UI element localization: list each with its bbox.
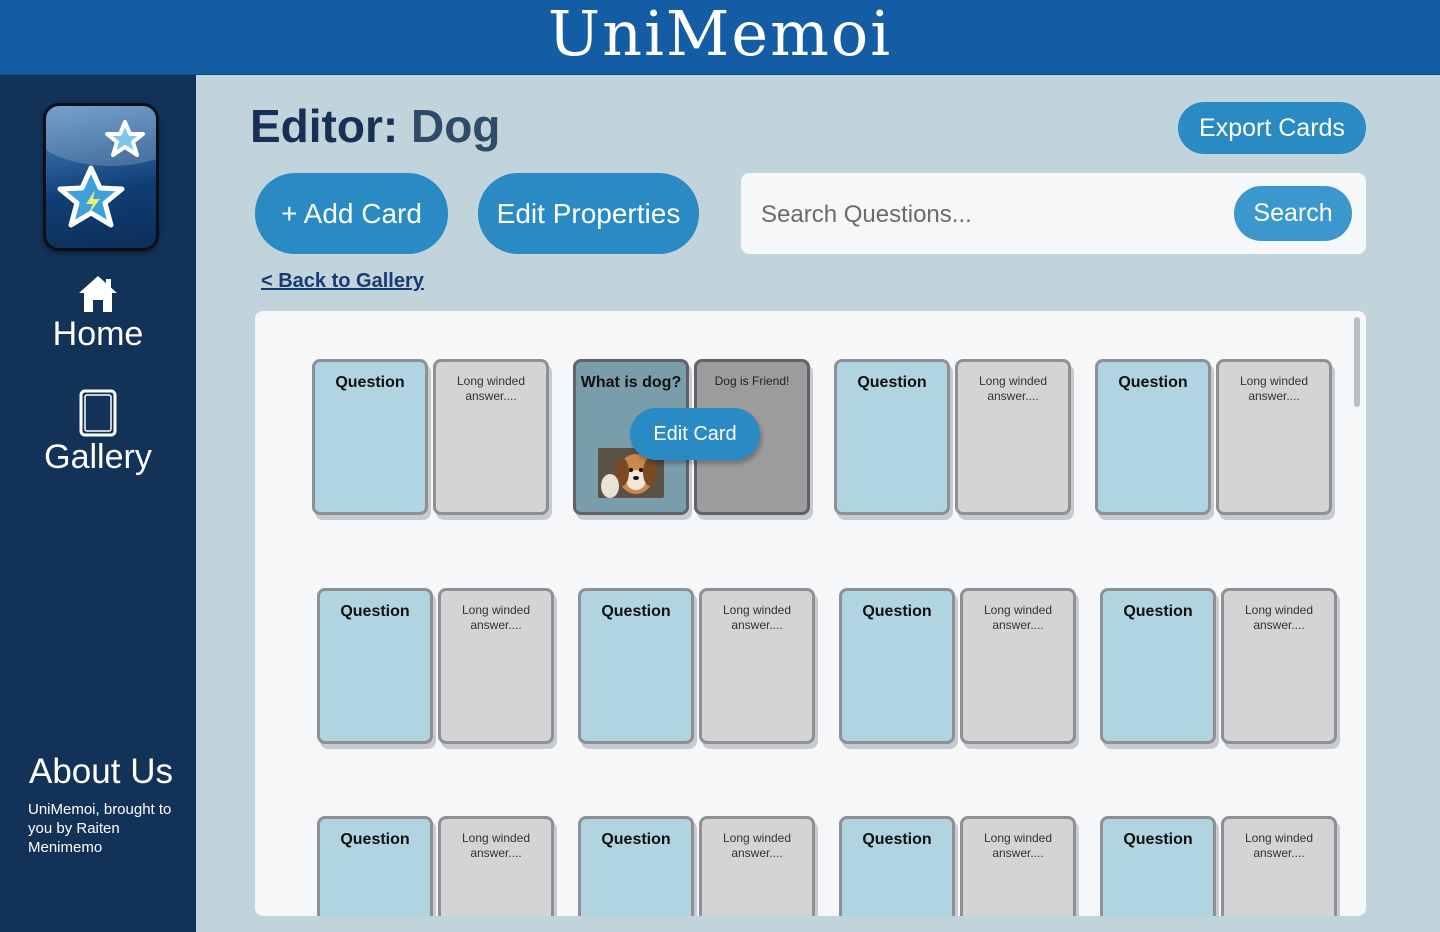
app-logo[interactable]: [43, 103, 159, 251]
card-back[interactable]: Long winded answer....: [438, 588, 554, 744]
card-question: What is dog?: [580, 374, 682, 391]
card-question: Question: [862, 603, 932, 620]
export-cards-button[interactable]: Export Cards: [1178, 102, 1366, 154]
card-answer: Long winded answer....: [461, 603, 531, 632]
card-pair[interactable]: Question Long winded answer....: [1100, 588, 1340, 748]
sidebar: Home Gallery About Us UniMemoi, brought …: [0, 75, 196, 932]
deck-name: Dog: [410, 100, 501, 152]
page-title: Editor: Dog: [250, 96, 500, 156]
card-pair[interactable]: Question Long winded answer....: [839, 816, 1079, 916]
nav-home[interactable]: Home: [0, 273, 196, 353]
card-back[interactable]: Long winded answer....: [1216, 359, 1332, 515]
card-answer: Long winded answer....: [722, 831, 792, 860]
page-title-prefix: Editor:: [250, 100, 399, 152]
card-pair[interactable]: Question Long winded answer....: [312, 359, 552, 519]
card-answer: Dog is Friend!: [714, 374, 790, 388]
search-input[interactable]: [759, 195, 1213, 235]
edit-properties-button[interactable]: Edit Properties: [478, 173, 699, 254]
add-card-button[interactable]: + Add Card: [255, 173, 448, 254]
app-title: UniMemoi: [547, 0, 893, 70]
card-pair[interactable]: Question Long winded answer....: [317, 588, 557, 748]
card-answer: Long winded answer....: [1239, 374, 1309, 403]
nav-gallery-label: Gallery: [44, 438, 152, 476]
card-icon: [79, 389, 117, 437]
card-front[interactable]: Question: [1095, 359, 1211, 515]
card-question: Question: [1123, 603, 1193, 620]
card-front[interactable]: Question: [317, 816, 433, 916]
app-header: UniMemoi: [0, 0, 1440, 75]
card-front[interactable]: Question: [312, 359, 428, 515]
edit-card-button[interactable]: Edit Card: [630, 408, 760, 460]
card-back[interactable]: Long winded answer....: [955, 359, 1071, 515]
card-question: Question: [1118, 374, 1188, 391]
card-question: Question: [601, 831, 671, 848]
about-text: UniMemoi, brought to you by Raiten Menim…: [28, 801, 172, 856]
card-answer: Long winded answer....: [1244, 603, 1314, 632]
card-answer: Long winded answer....: [983, 603, 1053, 632]
card-back[interactable]: Long winded answer....: [699, 816, 815, 916]
card-front[interactable]: Question: [317, 588, 433, 744]
card-grid-panel[interactable]: Question Long winded answer.... What is do…: [255, 311, 1366, 916]
card-question: Question: [335, 374, 405, 391]
card-answer: Long winded answer....: [1244, 831, 1314, 860]
back-to-gallery-link[interactable]: < Back to Gallery: [261, 270, 424, 293]
card-front[interactable]: Question: [834, 359, 950, 515]
card-front[interactable]: Question: [578, 816, 694, 916]
card-question: Question: [1123, 831, 1193, 848]
card-back[interactable]: Long winded answer....: [438, 816, 554, 916]
card-answer: Long winded answer....: [456, 374, 526, 403]
card-back[interactable]: Long winded answer....: [433, 359, 549, 515]
card-back[interactable]: Long winded answer....: [960, 588, 1076, 744]
star-logo-icon: [57, 120, 145, 228]
card-front[interactable]: Question: [578, 588, 694, 744]
card-pair[interactable]: Question Long winded answer....: [578, 816, 818, 916]
nav-gallery[interactable]: Gallery: [0, 388, 196, 476]
about-heading: About Us: [29, 752, 173, 791]
card-question: Question: [857, 374, 927, 391]
card-pair[interactable]: Question Long winded answer....: [834, 359, 1074, 519]
card-back[interactable]: Long winded answer....: [699, 588, 815, 744]
card-front[interactable]: Question: [1100, 588, 1216, 744]
card-pair[interactable]: Question Long winded answer....: [839, 588, 1079, 748]
card-answer: Long winded answer....: [983, 831, 1053, 860]
card-question: Question: [601, 603, 671, 620]
card-front[interactable]: Question: [1100, 816, 1216, 916]
card-pair[interactable]: Question Long winded answer....: [578, 588, 818, 748]
about-section: About Us UniMemoi, brought to you by Rai…: [28, 752, 178, 857]
card-answer: Long winded answer....: [461, 831, 531, 860]
card-answer: Long winded answer....: [722, 603, 792, 632]
card-front[interactable]: Question: [839, 588, 955, 744]
card-pair[interactable]: Question Long winded answer....: [317, 816, 557, 916]
card-question: Question: [340, 603, 410, 620]
card-back[interactable]: Long winded answer....: [1221, 588, 1337, 744]
search-bar: Search: [741, 173, 1366, 254]
card-answer: Long winded answer....: [978, 374, 1048, 403]
home-icon: [79, 276, 117, 312]
scrollbar[interactable]: [1354, 317, 1360, 407]
card-pair[interactable]: Question Long winded answer....: [1100, 816, 1340, 916]
nav-home-label: Home: [52, 315, 144, 353]
card-back[interactable]: Long winded answer....: [960, 816, 1076, 916]
card-back[interactable]: Long winded answer....: [1221, 816, 1337, 916]
search-button[interactable]: Search: [1234, 186, 1352, 241]
card-pair[interactable]: Question Long winded answer....: [1095, 359, 1335, 519]
card-question: Question: [862, 831, 932, 848]
card-question: Question: [340, 831, 410, 848]
card-front[interactable]: Question: [839, 816, 955, 916]
card-pair[interactable]: What is dog? Dog is Friend! Edit Card: [573, 359, 813, 519]
